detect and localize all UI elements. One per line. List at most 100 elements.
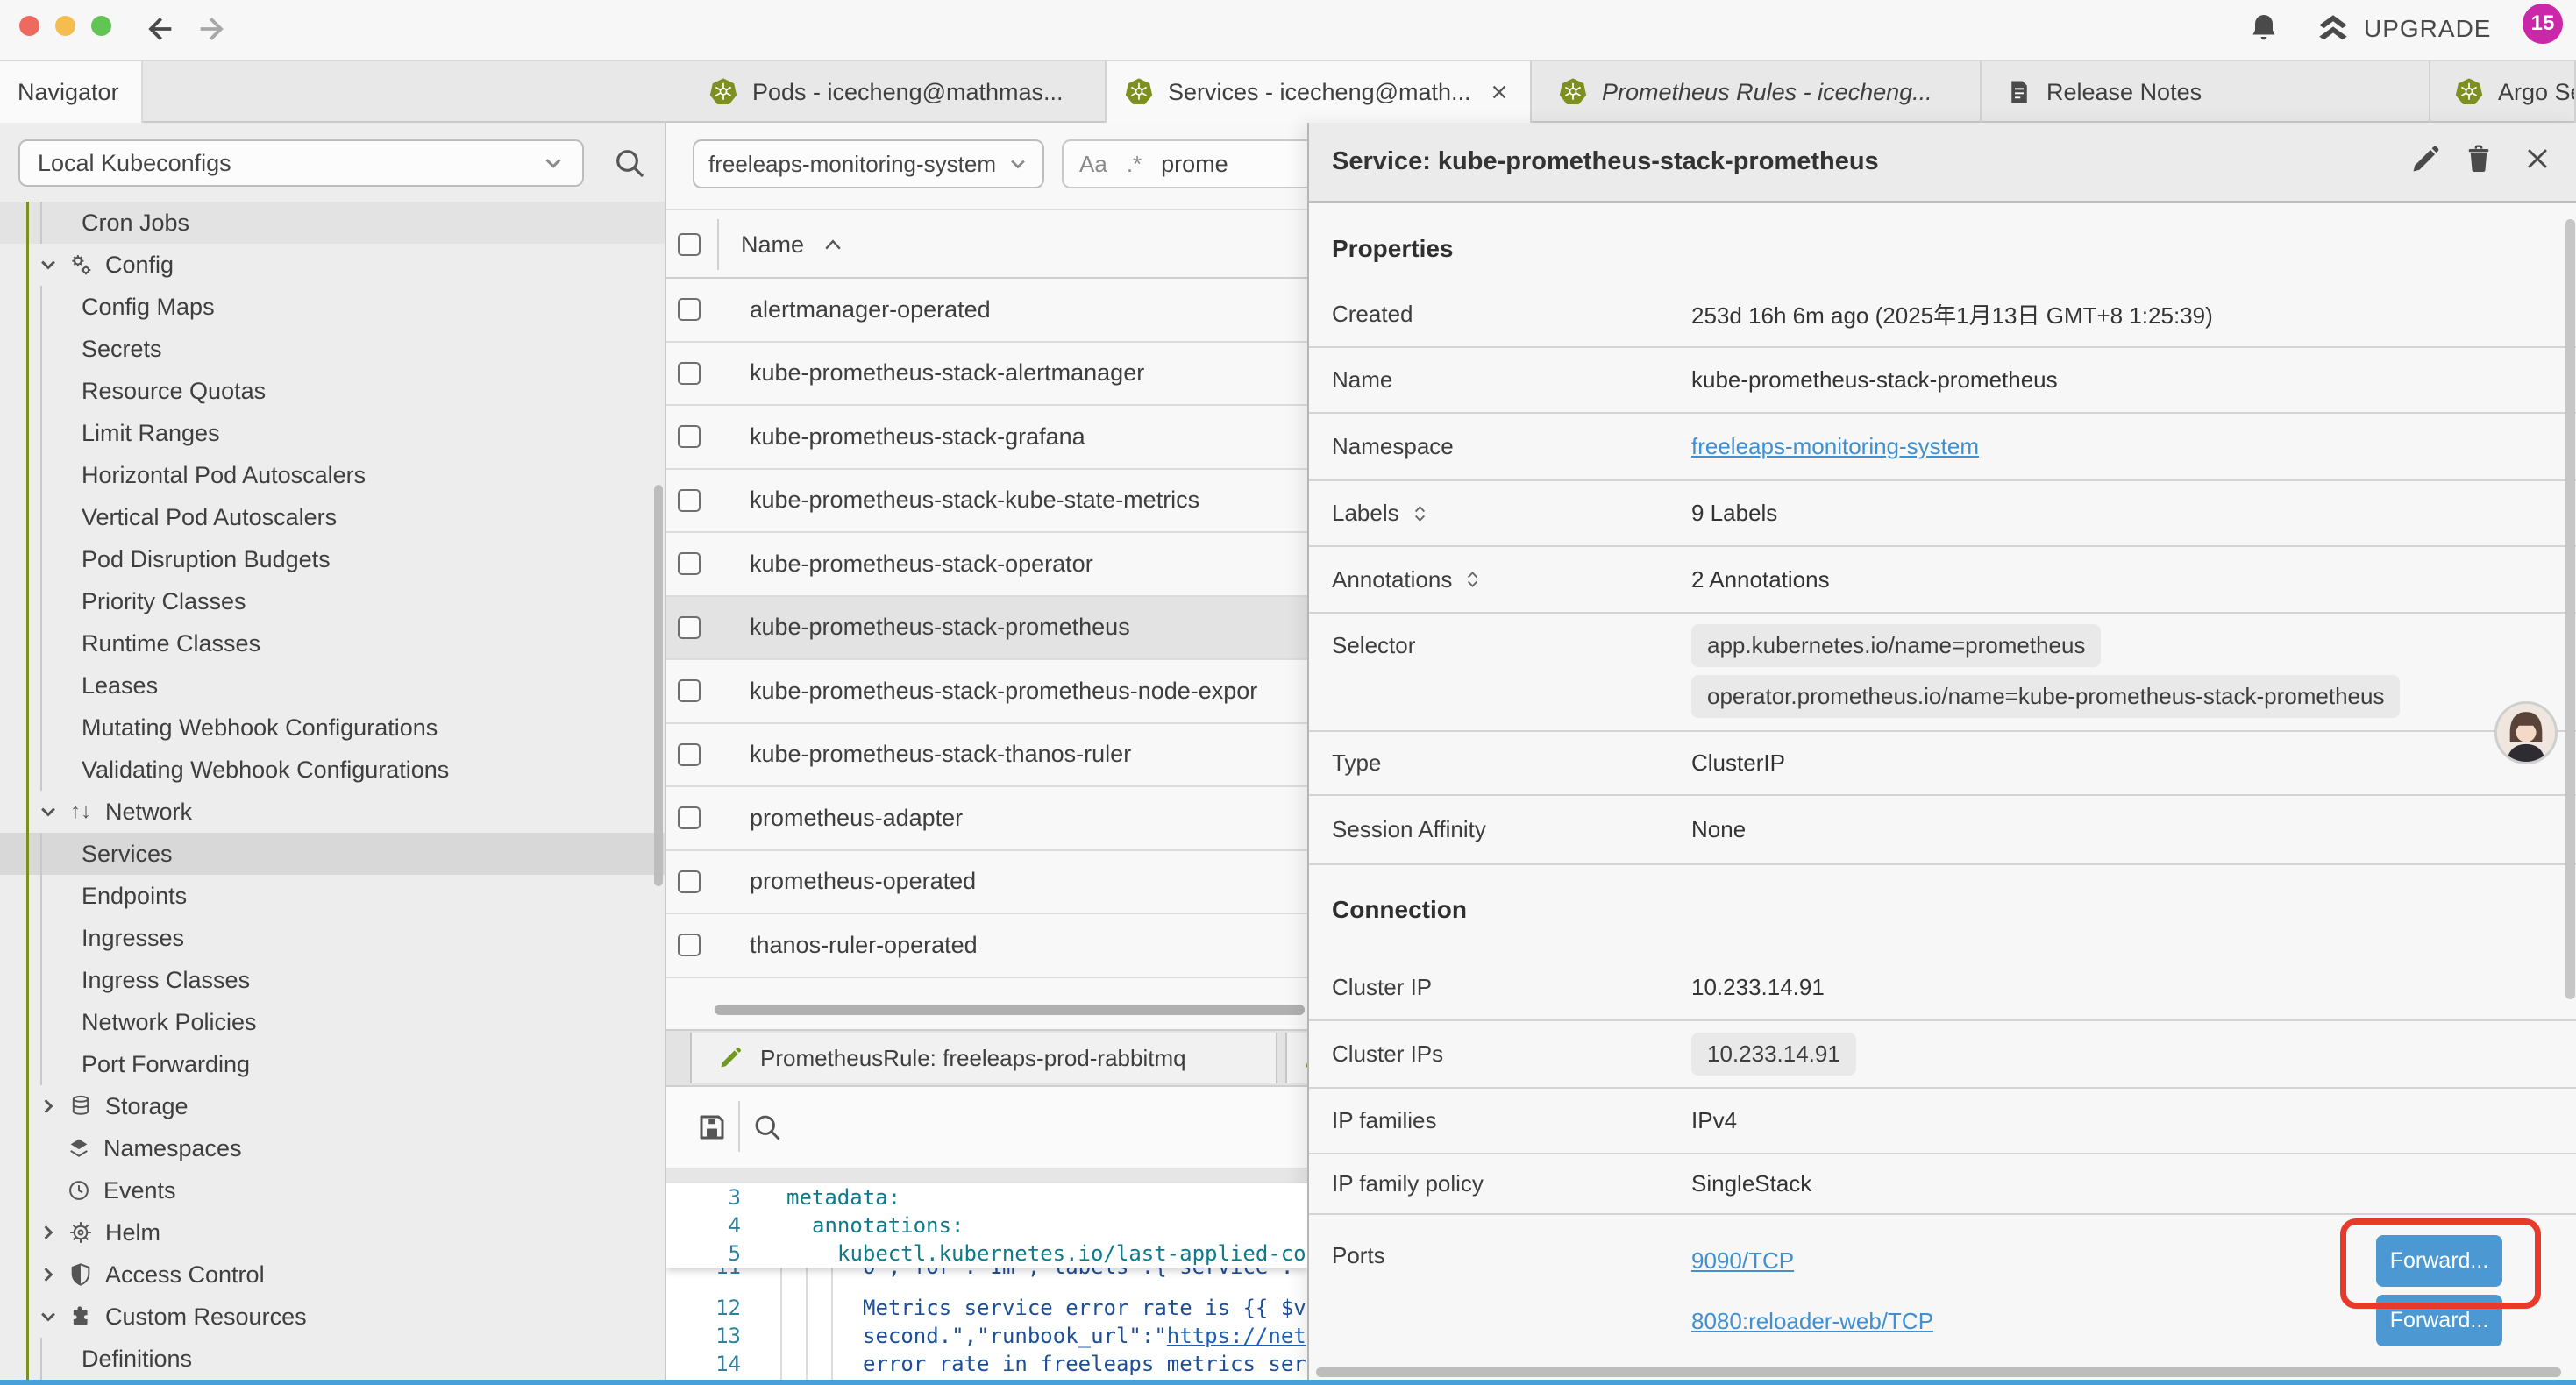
port-link[interactable]: 8080:reloader-web/TCP (1691, 1308, 1933, 1335)
regex-toggle[interactable]: .* (1127, 151, 1142, 178)
sidebar-item-priority-classes[interactable]: Priority Classes (0, 580, 665, 622)
upgrade-button[interactable]: UPGRADE (2315, 11, 2491, 47)
edit-pencil-icon[interactable] (2409, 144, 2441, 175)
sidebar-item-vertical-pod-autoscalers[interactable]: Vertical Pod Autoscalers (0, 496, 665, 538)
sidebar-item-ingresses[interactable]: Ingresses (0, 917, 665, 959)
row-checkbox[interactable] (678, 425, 701, 448)
row-checkbox[interactable] (678, 298, 701, 321)
sidebar-item-validating-webhook-configurations[interactable]: Validating Webhook Configurations (0, 749, 665, 791)
sidebar-item-events[interactable]: Events (0, 1169, 665, 1211)
minimize-window-button[interactable] (55, 16, 75, 36)
sidebar-search-icon[interactable] (612, 146, 647, 181)
row-checkbox[interactable] (678, 679, 701, 702)
sidebar-item-namespaces[interactable]: Namespaces (0, 1127, 665, 1169)
sidebar-item-endpoints[interactable]: Endpoints (0, 875, 665, 917)
list-horizontal-scrollbar[interactable] (715, 1005, 1305, 1015)
back-arrow-icon[interactable] (142, 11, 177, 46)
sort-icon[interactable] (1466, 570, 1479, 589)
table-row-kube-prometheus-stack-kube-state-metrics[interactable]: kube-prometheus-stack-kube-state-metrics (666, 470, 1307, 534)
table-row-kube-prometheus-stack-prometheus-node-expor[interactable]: kube-prometheus-stack-prometheus-node-ex… (666, 660, 1307, 724)
chevron-right-icon[interactable] (37, 1096, 60, 1117)
sidebar-item-resource-quotas[interactable]: Resource Quotas (0, 370, 665, 412)
chevron-down-icon[interactable] (37, 801, 60, 822)
tab-release-notes[interactable]: Release Notes (1989, 61, 2430, 123)
select-all-checkbox[interactable] (678, 233, 701, 256)
yaml-editor[interactable]: 3metadata:4annotations:5kubectl.kubernet… (666, 1183, 1307, 1380)
chevron-down-icon[interactable] (37, 254, 60, 275)
sidebar-item-pod-disruption-budgets[interactable]: Pod Disruption Budgets (0, 538, 665, 580)
sidebar-item-definitions[interactable]: Definitions (0, 1338, 665, 1380)
sidebar-item-services[interactable]: Services (0, 833, 665, 875)
sidebar-item-ingress-classes[interactable]: Ingress Classes (0, 959, 665, 1001)
sidebar-item-horizontal-pod-autoscalers[interactable]: Horizontal Pod Autoscalers (0, 454, 665, 496)
editor-tab-prometheusrule[interactable]: PrometheusRule: freeleaps-prod-rabbitmq (690, 1033, 1277, 1083)
table-row-alertmanager-operated[interactable]: alertmanager-operated (666, 279, 1307, 343)
row-checkbox[interactable] (678, 806, 701, 829)
editor-tab-next[interactable] (1285, 1033, 1307, 1083)
delete-trash-icon[interactable] (2464, 144, 2494, 174)
sidebar-item-network[interactable]: ↑↓Network (0, 791, 665, 833)
forward-arrow-icon[interactable] (195, 11, 230, 46)
name-column-header[interactable]: Name (741, 210, 843, 279)
sidebar-item-leases[interactable]: Leases (0, 664, 665, 707)
sidebar-item-config-maps[interactable]: Config Maps (0, 286, 665, 328)
sidebar-item-mutating-webhook-configurations[interactable]: Mutating Webhook Configurations (0, 707, 665, 749)
sidebar-item-limit-ranges[interactable]: Limit Ranges (0, 412, 665, 454)
row-checkbox[interactable] (678, 362, 701, 385)
detail-horizontal-scrollbar[interactable] (1316, 1367, 2561, 1377)
table-row-prometheus-adapter[interactable]: prometheus-adapter (666, 787, 1307, 851)
sidebar-item-network-policies[interactable]: Network Policies (0, 1001, 665, 1043)
detail-body: PropertiesCreated253d 16h 6m ago (2025年1… (1309, 203, 2576, 1380)
tab-pods-icecheng-mathmas[interactable]: Pods - icecheng@mathmas... (691, 61, 1107, 123)
port-link[interactable]: 9090/TCP (1691, 1247, 1794, 1275)
sidebar-item-runtime-classes[interactable]: Runtime Classes (0, 622, 665, 664)
table-row-kube-prometheus-stack-operator[interactable]: kube-prometheus-stack-operator (666, 533, 1307, 597)
namespace-link[interactable]: freeleaps-monitoring-system (1691, 433, 1979, 460)
namespace-selector[interactable]: freeleaps-monitoring-system (693, 139, 1044, 188)
match-case-toggle[interactable]: Aa (1079, 151, 1107, 178)
close-window-button[interactable] (19, 16, 39, 36)
avatar[interactable] (2494, 701, 2558, 764)
table-row-kube-prometheus-stack-prometheus[interactable]: kube-prometheus-stack-prometheus (666, 597, 1307, 661)
row-checkbox[interactable] (678, 870, 701, 893)
close-tab-icon[interactable] (1491, 83, 1508, 101)
tab-argo-se[interactable]: Argo Se (2437, 61, 2576, 123)
notifications-bell-icon[interactable] (2246, 11, 2281, 46)
row-checkbox[interactable] (678, 616, 701, 639)
tab-services-icecheng-math[interactable]: Services - icecheng@math... (1107, 61, 1532, 123)
sidebar-item-port-forwarding[interactable]: Port Forwarding (0, 1043, 665, 1085)
maximize-window-button[interactable] (91, 16, 111, 36)
detail-scrollbar[interactable] (2565, 219, 2575, 999)
kubeconfig-selector[interactable]: Local Kubeconfigs (18, 139, 584, 187)
chevron-down-icon[interactable] (37, 1306, 60, 1327)
editor-search-icon[interactable] (751, 1112, 783, 1143)
row-checkbox[interactable] (678, 552, 701, 575)
sidebar-scrollbar[interactable] (654, 485, 663, 886)
table-row-kube-prometheus-stack-grafana[interactable]: kube-prometheus-stack-grafana (666, 406, 1307, 470)
table-row-prometheus-operated[interactable]: prometheus-operated (666, 851, 1307, 915)
sidebar-item-cron-jobs[interactable]: Cron Jobs (0, 202, 665, 244)
table-row-thanos-ruler-operated[interactable]: thanos-ruler-operated (666, 914, 1307, 978)
notification-count-badge[interactable]: 15 (2523, 4, 2563, 44)
row-checkbox[interactable] (678, 743, 701, 766)
save-icon[interactable] (696, 1112, 728, 1143)
tab-prometheus-rules-icecheng[interactable]: Prometheus Rules - icecheng... (1541, 61, 1982, 123)
sidebar-item-helm[interactable]: Helm (0, 1211, 665, 1254)
sort-icon[interactable] (1413, 504, 1427, 523)
code-link[interactable]: https://net (1167, 1324, 1306, 1348)
table-row-kube-prometheus-stack-alertmanager[interactable]: kube-prometheus-stack-alertmanager (666, 343, 1307, 407)
sidebar-item-access-control[interactable]: Access Control (0, 1254, 665, 1296)
navigator-panel-tab[interactable]: Navigator (0, 61, 143, 123)
filter-input[interactable]: Aa .* prome (1062, 139, 1307, 188)
row-checkbox[interactable] (678, 489, 701, 512)
sidebar-item-storage[interactable]: Storage (0, 1085, 665, 1127)
sidebar-item-config[interactable]: Config (0, 244, 665, 286)
row-checkbox[interactable] (678, 934, 701, 956)
table-row-kube-prometheus-stack-thanos-ruler[interactable]: kube-prometheus-stack-thanos-ruler (666, 724, 1307, 788)
sidebar-item-secrets[interactable]: Secrets (0, 328, 665, 370)
chevron-right-icon[interactable] (37, 1264, 60, 1285)
close-icon[interactable] (2523, 144, 2552, 174)
detail-label: Namespace (1309, 433, 1691, 460)
sidebar-item-custom-resources[interactable]: Custom Resources (0, 1296, 665, 1338)
chevron-right-icon[interactable] (37, 1222, 60, 1243)
